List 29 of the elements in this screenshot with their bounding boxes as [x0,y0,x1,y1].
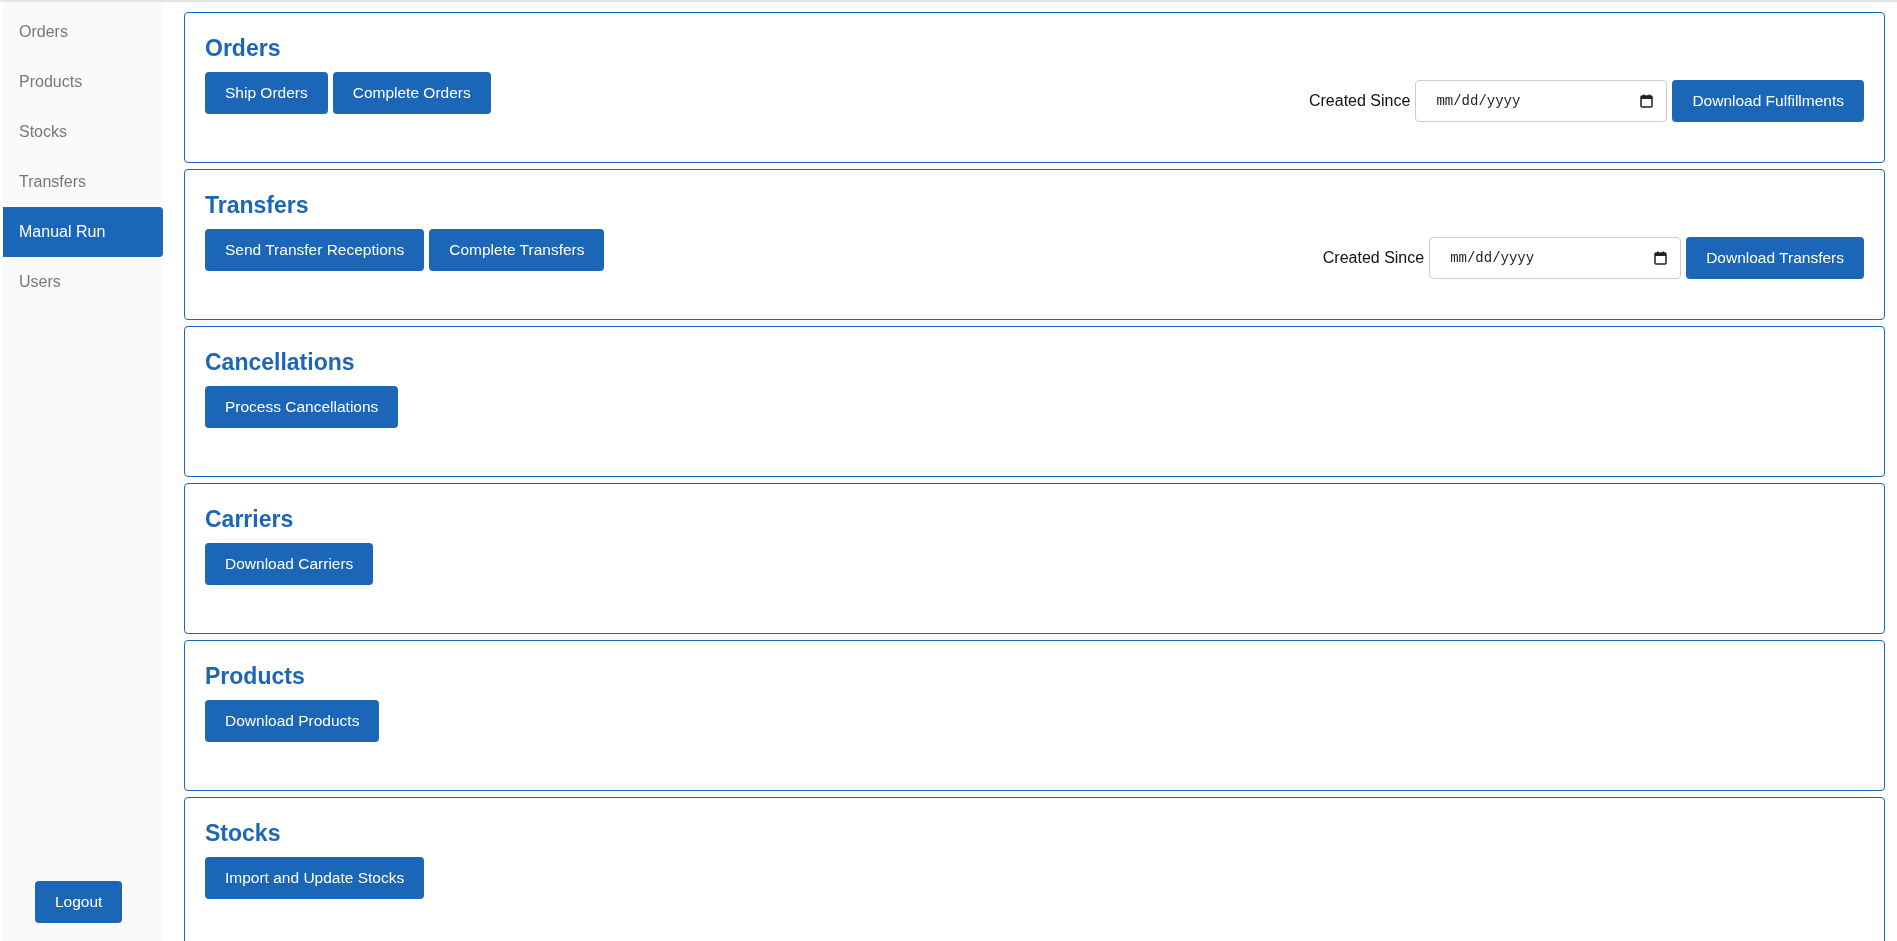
action-button[interactable]: Import and Update Stocks [205,857,425,899]
download-button[interactable]: Download Transfers [1686,237,1864,279]
nav-item[interactable]: Manual Run [3,207,163,257]
action-button[interactable]: Download Products [205,700,380,742]
date-field[interactable]: mm/dd/yyyy [1429,237,1682,279]
logout-button[interactable]: Logout [35,881,123,923]
field-label: Created Since [1322,249,1425,267]
download-button[interactable]: Download Fulfillments [1672,80,1864,122]
field-label: Created Since [1309,92,1411,110]
section-title: Carriers [205,505,295,533]
action-button[interactable]: Download Carriers [205,543,374,585]
section-title: Stocks [205,819,282,847]
calendar-icon[interactable] [1654,251,1668,265]
section-title: Products [205,662,306,690]
section-title: Transfers [205,191,310,219]
nav-item[interactable]: Users [3,257,163,307]
action-button[interactable]: Complete Transfers [429,229,605,271]
nav-item[interactable]: Orders [3,7,163,57]
nav-item[interactable]: Stocks [3,107,163,157]
date-field[interactable]: mm/dd/yyyy [1415,80,1668,122]
calendar-icon[interactable] [1640,94,1654,108]
section-title: Cancellations [205,348,356,376]
action-button[interactable]: Process Cancellations [205,386,399,428]
action-button[interactable]: Ship Orders [205,72,328,114]
action-button[interactable]: Complete Orders [332,72,491,114]
section-title: Orders [205,34,282,62]
nav-item[interactable]: Products [3,57,163,107]
action-button[interactable]: Send Transfer Receptions [205,229,425,271]
nav-item[interactable]: Transfers [3,157,163,207]
